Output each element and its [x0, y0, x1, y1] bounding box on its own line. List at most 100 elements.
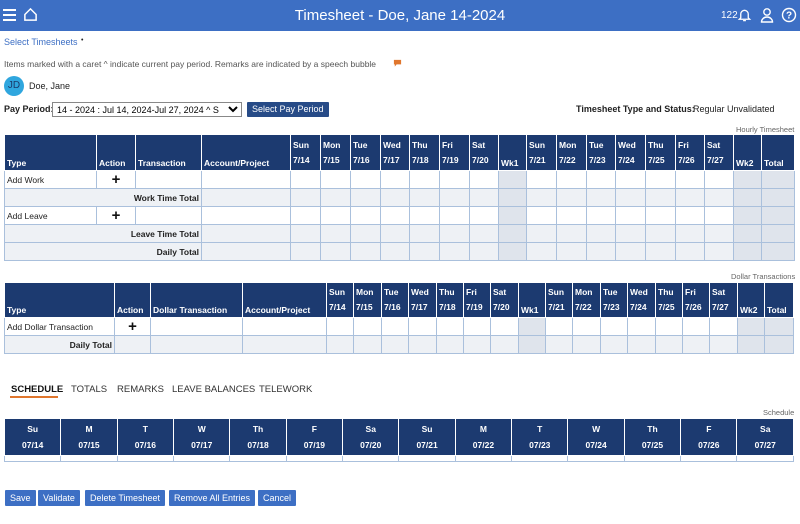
- col-day: Sat 7/20: [469, 134, 499, 171]
- tab-telework[interactable]: TELEWORK: [259, 384, 312, 395]
- time-cell[interactable]: [615, 206, 646, 225]
- time-cell[interactable]: [380, 170, 410, 189]
- col-day: Tue 7/23: [600, 282, 628, 318]
- time-cell[interactable]: [498, 206, 527, 225]
- time-cell[interactable]: [556, 170, 587, 189]
- time-cell[interactable]: [627, 317, 656, 336]
- remove-all-entries-button[interactable]: Remove All Entries: [169, 490, 256, 506]
- add-leave-button[interactable]: +: [96, 206, 136, 225]
- select-timesheets-link[interactable]: Select Timesheets: [4, 37, 78, 47]
- time-cell[interactable]: [709, 317, 738, 336]
- schedule-day: M 07/15: [60, 418, 118, 456]
- time-cell[interactable]: [761, 170, 795, 189]
- time-cell: [498, 224, 527, 243]
- time-cell[interactable]: [655, 317, 683, 336]
- bell-icon[interactable]: [737, 7, 752, 23]
- time-cell[interactable]: [326, 317, 354, 336]
- time-cell[interactable]: [572, 317, 601, 336]
- col-transaction: Transaction: [135, 134, 202, 171]
- pay-period-select[interactable]: 14 - 2024 : Jul 14, 2024-Jul 27, 2024 ^ …: [52, 102, 242, 117]
- help-icon[interactable]: ?: [781, 7, 797, 23]
- time-cell: [526, 188, 557, 207]
- schedule-day: W 07/24: [567, 418, 625, 456]
- time-cell[interactable]: [733, 170, 762, 189]
- schedule-day: Su 07/14: [3, 418, 62, 456]
- time-cell: [469, 188, 499, 207]
- time-cell: [645, 224, 676, 243]
- time-cell[interactable]: [526, 206, 557, 225]
- schedule-day: Th 07/18: [229, 418, 287, 456]
- time-cell: [761, 188, 795, 207]
- tab-schedule[interactable]: SCHEDULE: [11, 384, 63, 395]
- time-cell[interactable]: [556, 206, 587, 225]
- hourly-timesheet-table: Type Action Transaction Account/Project …: [4, 134, 795, 261]
- time-cell[interactable]: [675, 170, 705, 189]
- add-leave-label: Add Leave: [4, 206, 97, 225]
- time-cell[interactable]: [704, 170, 734, 189]
- time-cell[interactable]: [498, 170, 527, 189]
- time-cell[interactable]: [490, 317, 519, 336]
- time-cell[interactable]: [733, 206, 762, 225]
- time-cell[interactable]: [381, 317, 409, 336]
- time-cell[interactable]: [409, 170, 440, 189]
- schedule-day: Sa 07/20: [342, 418, 400, 456]
- add-work-button[interactable]: +: [96, 170, 136, 189]
- time-cell[interactable]: [320, 170, 351, 189]
- save-button[interactable]: Save: [5, 490, 36, 506]
- time-cell[interactable]: [436, 317, 464, 336]
- time-cell[interactable]: [586, 170, 616, 189]
- tab-leave-balances[interactable]: LEAVE BALANCES: [172, 384, 255, 395]
- time-cell[interactable]: [290, 206, 321, 225]
- validate-button[interactable]: Validate: [38, 490, 80, 506]
- col-day: Fri 7/26: [675, 134, 705, 171]
- time-cell[interactable]: [380, 206, 410, 225]
- tab-totals[interactable]: TOTALS: [71, 384, 107, 395]
- time-cell[interactable]: [408, 317, 437, 336]
- time-cell[interactable]: [586, 206, 616, 225]
- time-cell[interactable]: [526, 170, 557, 189]
- time-cell[interactable]: [463, 317, 491, 336]
- add-dollar-button[interactable]: +: [114, 317, 151, 336]
- time-cell[interactable]: [353, 317, 382, 336]
- time-cell[interactable]: [645, 206, 676, 225]
- time-cell[interactable]: [615, 170, 646, 189]
- time-cell[interactable]: [350, 170, 381, 189]
- time-cell: [380, 242, 410, 261]
- time-cell[interactable]: [320, 206, 351, 225]
- time-cell[interactable]: [290, 170, 321, 189]
- speech-bubble-icon: [393, 59, 402, 67]
- time-cell[interactable]: [675, 206, 705, 225]
- time-cell[interactable]: [764, 317, 794, 336]
- cancel-button[interactable]: Cancel: [258, 490, 297, 506]
- time-cell[interactable]: [682, 317, 710, 336]
- delete-timesheet-button[interactable]: Delete Timesheet: [85, 490, 166, 506]
- time-cell[interactable]: [469, 206, 499, 225]
- time-cell: [709, 335, 738, 354]
- time-cell: [733, 224, 762, 243]
- col-day: Sat 7/27: [704, 134, 734, 171]
- col-day: Sat 7/20: [490, 282, 519, 318]
- time-cell[interactable]: [737, 317, 765, 336]
- select-pay-period-button[interactable]: Select Pay Period: [247, 102, 329, 117]
- tab-remarks[interactable]: REMARKS: [117, 384, 164, 395]
- dollar-transactions-table: Type Action Dollar Transaction Account/P…: [4, 282, 794, 354]
- time-cell[interactable]: [704, 206, 734, 225]
- time-cell[interactable]: [439, 170, 470, 189]
- time-cell[interactable]: [409, 206, 440, 225]
- time-cell: [490, 335, 519, 354]
- col-day: Wed 7/24: [615, 134, 646, 171]
- time-cell: [409, 188, 440, 207]
- time-cell[interactable]: [350, 206, 381, 225]
- user-icon[interactable]: [760, 7, 774, 23]
- time-cell[interactable]: [469, 170, 499, 189]
- time-cell[interactable]: [600, 317, 628, 336]
- time-cell[interactable]: [545, 317, 573, 336]
- time-cell: [704, 242, 734, 261]
- time-cell[interactable]: [439, 206, 470, 225]
- time-cell[interactable]: [518, 317, 546, 336]
- time-cell[interactable]: [645, 170, 676, 189]
- col-day: Fri 7/19: [439, 134, 470, 171]
- time-cell: [326, 335, 354, 354]
- time-cell[interactable]: [761, 206, 795, 225]
- select-timesheets-dropdown[interactable]: •: [81, 37, 83, 44]
